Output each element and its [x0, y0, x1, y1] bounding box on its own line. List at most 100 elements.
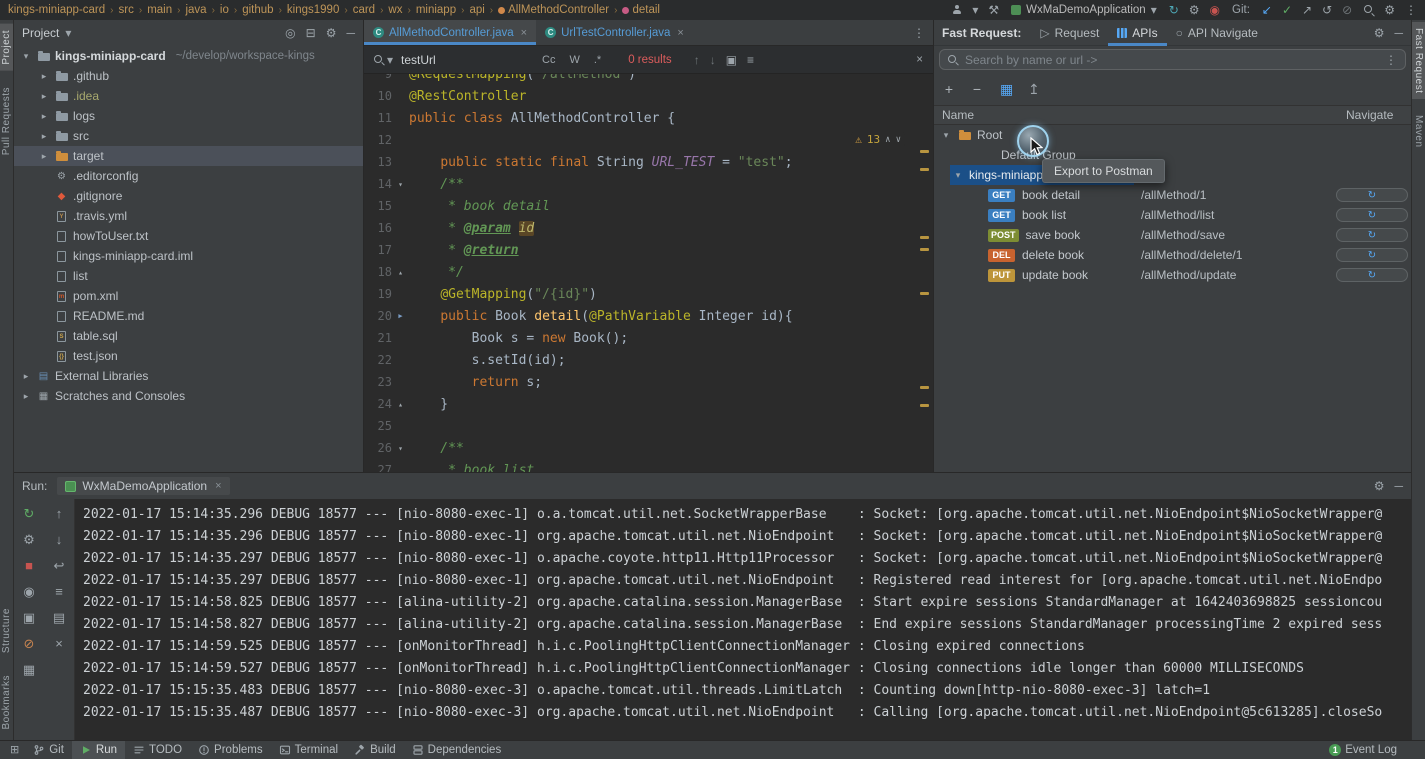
settings-icon[interactable]: ⚙ — [1374, 27, 1385, 39]
find-in-selection-icon[interactable]: ▣ — [726, 54, 737, 66]
project-item-pom-xml[interactable]: m pom.xml — [14, 286, 363, 306]
search-icon[interactable] — [374, 54, 384, 65]
project-item-travis-yml[interactable]: Y .travis.yml — [14, 206, 363, 226]
dump-threads-icon[interactable]: ◉ — [23, 585, 34, 598]
chevron-icon[interactable]: ▸ — [20, 391, 32, 402]
console-line[interactable]: 2022-01-17 15:14:59.527 DEBUG 18577 --- … — [83, 658, 1411, 680]
statusbar-run[interactable]: Run — [71, 740, 126, 759]
project-item-howtouser-txt[interactable]: howToUser.txt — [14, 226, 363, 246]
api-group-default-group[interactable]: Default Group — [934, 145, 1411, 165]
fold-icon[interactable]: ▾ — [392, 180, 409, 189]
warning-stripe-mark[interactable] — [920, 150, 929, 153]
statusbar-git[interactable]: Git — [25, 741, 72, 759]
line-number[interactable]: 17 — [364, 243, 392, 257]
prev-match-icon[interactable]: ↑ — [694, 54, 700, 66]
navigate-button[interactable]: ↻ — [1336, 248, 1408, 262]
warning-stripe-mark[interactable] — [920, 236, 929, 239]
profiler-icon[interactable]: ◉ — [1210, 4, 1220, 16]
clear-output-icon[interactable]: × — [55, 637, 63, 650]
line-number[interactable]: 12 — [364, 133, 392, 147]
project-item-list[interactable]: list — [14, 266, 363, 286]
breadcrumb-item-wx[interactable]: wx — [388, 4, 402, 16]
hide-panel-icon[interactable]: ─ — [1394, 480, 1403, 492]
breadcrumb-item-miniapp[interactable]: miniapp — [416, 4, 456, 16]
line-number[interactable]: 27 — [364, 463, 392, 472]
editor-tab-urltestcontroller-java[interactable]: C UrlTestController.java × — [536, 20, 693, 45]
build-hammer-icon[interactable]: ⚒ — [988, 4, 999, 16]
console-line[interactable]: 2022-01-17 15:14:58.825 DEBUG 18577 --- … — [83, 592, 1411, 614]
console-line[interactable]: 2022-01-17 15:14:35.297 DEBUG 18577 --- … — [83, 548, 1411, 570]
statusbar-build[interactable]: Build — [346, 741, 404, 759]
statusbar-todo[interactable]: TODO — [125, 741, 190, 759]
line-number[interactable]: 19 — [364, 287, 392, 301]
git-commit-icon[interactable]: ✓ — [1282, 4, 1292, 16]
line-number[interactable]: 10 — [364, 89, 392, 103]
print-icon[interactable]: ▤ — [53, 611, 65, 624]
console-output[interactable]: 2022-01-17 15:14:35.296 DEBUG 18577 --- … — [75, 499, 1411, 740]
git-rollback-icon[interactable]: ↺ — [1322, 4, 1332, 16]
console-line[interactable]: 2022-01-17 15:14:58.827 DEBUG 18577 --- … — [83, 614, 1411, 636]
line-number[interactable]: 25 — [364, 419, 392, 433]
soft-wrap-icon[interactable]: ↩ — [54, 559, 65, 572]
fold-icon[interactable]: ▾ — [392, 444, 409, 453]
git-shelve-icon[interactable]: ⊘ — [1342, 4, 1352, 16]
search-history-icon[interactable]: ▾ — [387, 54, 393, 66]
chevron-icon[interactable]: ▸ — [38, 91, 50, 102]
stop-icon[interactable]: ■ — [25, 559, 33, 572]
editor-tab-allmethodcontroller-java[interactable]: C AllMethodController.java × — [364, 20, 537, 45]
find-input[interactable] — [401, 52, 532, 67]
api-group-kings-miniapp-card[interactable]: ▾ kings-miniapp-card — [934, 165, 1411, 185]
breadcrumb-item-kings-miniapp-card[interactable]: kings-miniapp-card — [8, 4, 105, 16]
next-match-icon[interactable]: ↓ — [710, 54, 716, 66]
rerun-icon[interactable]: ↻ — [24, 507, 35, 520]
chevron-icon[interactable]: ▾ — [940, 130, 952, 141]
api-marker-icon[interactable]: ▶ — [392, 312, 409, 320]
breadcrumb-item-main[interactable]: main — [147, 4, 172, 16]
api-row-save-book[interactable]: POST save book/allMethod/save ↻ — [934, 225, 1411, 245]
run-config-select[interactable]: WxMaDemoApplication ▾ — [1011, 4, 1157, 16]
breadcrumb-item-api[interactable]: api — [469, 4, 484, 16]
toolwindow-button-maven[interactable]: Maven — [1412, 109, 1425, 154]
chevron-down-icon[interactable]: ▾ — [972, 4, 978, 16]
line-number[interactable]: 16 — [364, 221, 392, 235]
navigate-button[interactable]: ↻ — [1336, 268, 1408, 282]
api-row-update-book[interactable]: PUT update book/allMethod/update ↻ — [934, 265, 1411, 285]
line-number[interactable]: 21 — [364, 331, 392, 345]
console-line[interactable]: 2022-01-17 15:15:35.487 DEBUG 18577 --- … — [83, 702, 1411, 724]
api-row-book-list[interactable]: GET book list/allMethod/list ↻ — [934, 205, 1411, 225]
line-number[interactable]: 24 — [364, 397, 392, 411]
api-search-input[interactable] — [965, 52, 1378, 67]
project-item-readme-md[interactable]: README.md — [14, 306, 363, 326]
project-item-target[interactable]: ▸ target — [14, 146, 363, 166]
console-line[interactable]: 2022-01-17 15:15:35.483 DEBUG 18577 --- … — [83, 680, 1411, 702]
remove-icon[interactable]: − — [972, 82, 982, 96]
api-search-box[interactable]: ⋮ — [939, 49, 1406, 70]
breadcrumb-item-github[interactable]: github — [242, 4, 273, 16]
git-push-icon[interactable]: ↗ — [1302, 4, 1312, 16]
api-row-book-detail[interactable]: GET book detail/allMethod/1 ↻ — [934, 185, 1411, 205]
git-update-icon[interactable]: ↙ — [1262, 4, 1272, 16]
project-item-test-json[interactable]: {} test.json — [14, 346, 363, 366]
chevron-icon[interactable]: ▸ — [38, 151, 50, 162]
code-area[interactable]: 9 @RequestMapping("/allMethod") 10 @RestCon… — [364, 74, 933, 472]
user-icon[interactable] — [952, 5, 962, 15]
services-icon[interactable]: ⚙ — [1189, 4, 1200, 16]
scroll-end-icon[interactable]: ≡ — [55, 585, 63, 598]
project-item-src[interactable]: ▸ src — [14, 126, 363, 146]
filter-icon[interactable]: ≡ — [747, 54, 754, 66]
line-number[interactable]: 26 — [364, 441, 392, 455]
chevron-icon[interactable]: ▸ — [38, 71, 50, 82]
add-icon[interactable]: + — [944, 82, 954, 96]
project-panel-title[interactable]: Project — [22, 26, 59, 40]
toolwindow-button-structure[interactable]: Structure — [0, 602, 13, 659]
line-number[interactable]: 9 — [364, 74, 392, 81]
api-row-delete-book[interactable]: DEL delete book/allMethod/delete/1 ↻ — [934, 245, 1411, 265]
warning-stripe-mark[interactable] — [920, 404, 929, 407]
console-line[interactable]: 2022-01-17 15:14:35.296 DEBUG 18577 --- … — [83, 526, 1411, 548]
hide-panel-icon[interactable]: ─ — [346, 27, 355, 39]
fold-icon[interactable]: ▴ — [392, 268, 409, 277]
console-line[interactable]: 2022-01-17 15:14:59.525 DEBUG 18577 --- … — [83, 636, 1411, 658]
project-item-gitignore[interactable]: ◆ .gitignore — [14, 186, 363, 206]
breadcrumb-item-io[interactable]: io — [220, 4, 229, 16]
toolwindow-button-pull-requests[interactable]: Pull Requests — [0, 81, 13, 161]
